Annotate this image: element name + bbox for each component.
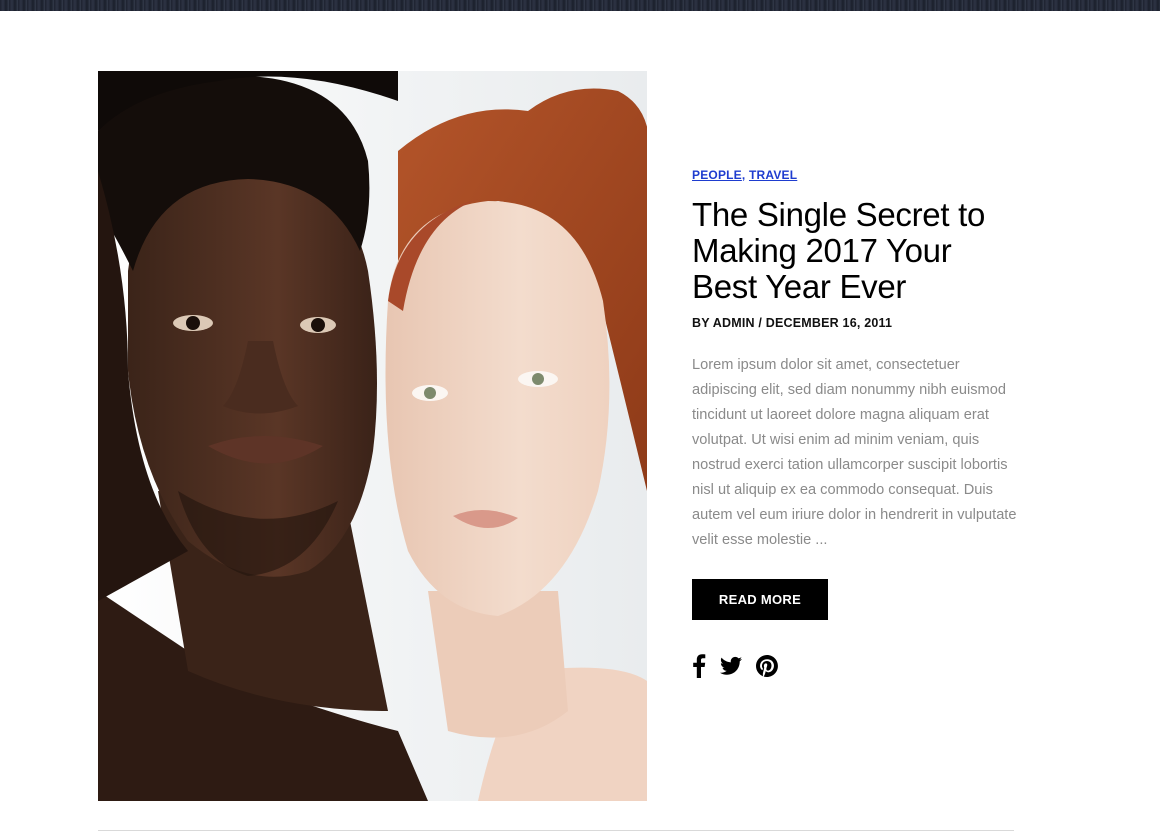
post-meta: BY ADMIN / DECEMBER 16, 2011 [692, 316, 893, 330]
facebook-icon[interactable] [692, 654, 706, 678]
post-featured-image[interactable] [98, 71, 647, 801]
twitter-icon[interactable] [720, 656, 742, 676]
header-background-strip [0, 0, 1160, 11]
post-divider [98, 830, 1014, 831]
category-link-people[interactable]: PEOPLE [692, 168, 742, 182]
category-link-travel[interactable]: TRAVEL [749, 168, 797, 182]
post-categories: PEOPLE, TRAVEL [692, 167, 1017, 183]
post-excerpt: Lorem ipsum dolor sit amet, consectetuer… [692, 357, 1017, 548]
read-more-button[interactable]: READ MORE [692, 579, 828, 620]
blog-post: PEOPLE, TRAVEL The Single Secret to Maki… [98, 71, 1017, 801]
post-title[interactable]: The Single Secret to Making 2017 Your Be… [692, 197, 1017, 305]
share-icons [692, 654, 1017, 678]
portrait-illustration [98, 71, 647, 801]
pinterest-icon[interactable] [756, 655, 778, 677]
post-content: PEOPLE, TRAVEL The Single Secret to Maki… [692, 167, 1017, 678]
category-separator: , [741, 168, 746, 182]
